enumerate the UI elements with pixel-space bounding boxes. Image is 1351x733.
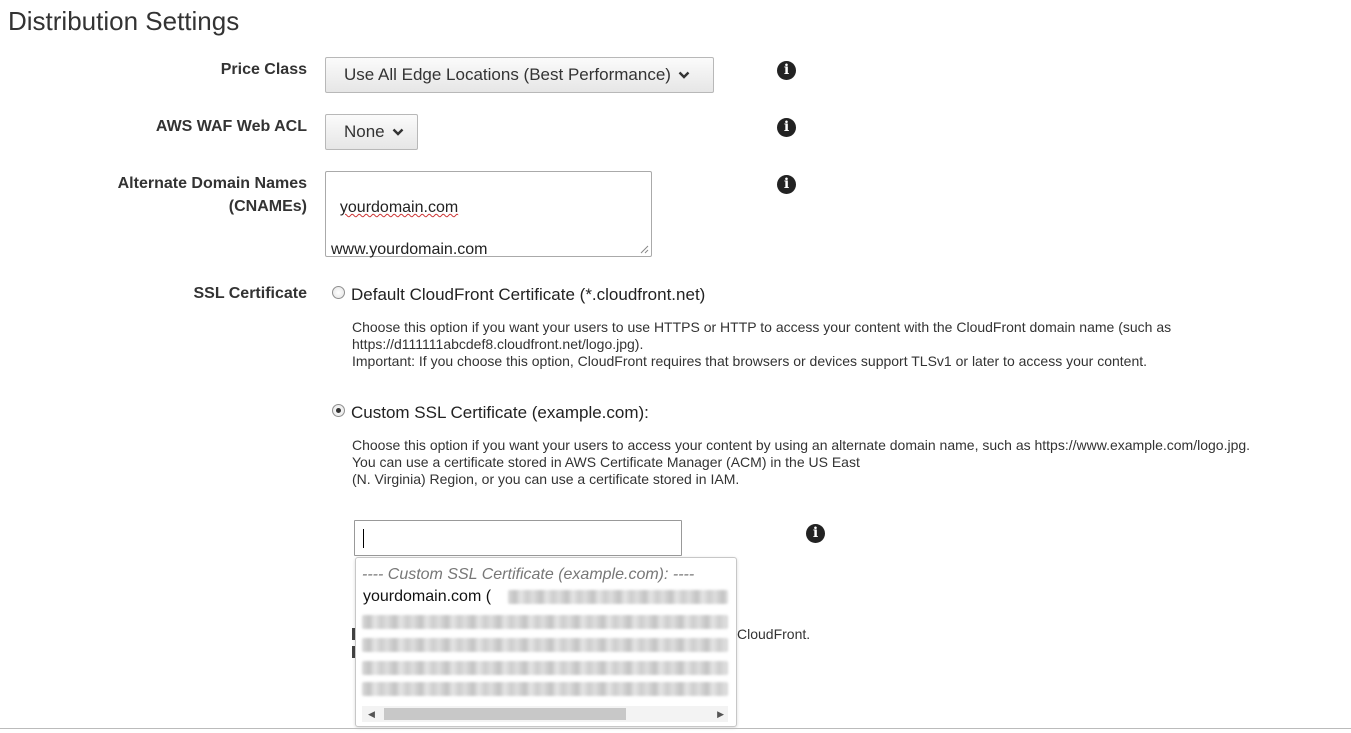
- waf-value: None: [344, 122, 385, 141]
- price-class-info-icon[interactable]: i: [777, 61, 796, 80]
- page-title: Distribution Settings: [8, 6, 240, 36]
- redacted-text: [508, 590, 728, 604]
- custom-cert-help-line2: You can use a certificate stored in AWS …: [352, 454, 860, 470]
- default-cert-radio[interactable]: [332, 286, 345, 299]
- cnames-info-icon[interactable]: i: [777, 175, 796, 194]
- price-class-label: Price Class: [220, 61, 307, 78]
- default-cert-help-line1: Choose this option if you want your user…: [352, 319, 1172, 335]
- custom-cert-radio[interactable]: [332, 404, 345, 417]
- scrollbar-thumb[interactable]: [384, 708, 626, 720]
- ssl-label: SSL Certificate: [193, 285, 307, 302]
- redacted-text: [362, 682, 728, 696]
- certificate-info-icon[interactable]: i: [806, 524, 825, 543]
- dropdown-option-yourdomain[interactable]: yourdomain.com (: [363, 588, 491, 606]
- cnames-label-line2: (CNAMEs): [228, 198, 307, 215]
- custom-cert-help-line3: (N. Virginia) Region, or you can use a c…: [352, 471, 740, 487]
- waf-info-icon[interactable]: i: [777, 118, 796, 137]
- waf-label: AWS WAF Web ACL: [155, 118, 307, 135]
- default-cert-help: Choose this option if you want your user…: [352, 319, 1171, 370]
- dropdown-horizontal-scrollbar[interactable]: ◀ ▶: [362, 706, 728, 722]
- default-cert-label[interactable]: Default CloudFront Certificate (*.cloudf…: [351, 285, 705, 305]
- cnames-textarea[interactable]: yourdomain.com www.yourdomain.com: [325, 171, 652, 258]
- redacted-text: [362, 638, 728, 652]
- bottom-divider: [0, 728, 1351, 729]
- scroll-left-icon[interactable]: ◀: [368, 709, 375, 720]
- obscured-help-text: CloudFront.: [737, 626, 811, 642]
- cname-line-1: yourdomain.com: [339, 199, 459, 216]
- default-cert-help-line2: https://d111111abcdef8.cloudfront.net/lo…: [352, 336, 644, 352]
- certificate-dropdown-list[interactable]: ---- Custom SSL Certificate (example.com…: [355, 557, 737, 727]
- text-caret: [363, 529, 364, 548]
- dropdown-group-label: ---- Custom SSL Certificate (example.com…: [362, 566, 695, 583]
- scroll-right-icon[interactable]: ▶: [717, 709, 724, 720]
- price-class-value: Use All Edge Locations (Best Performance…: [344, 65, 671, 84]
- chevron-down-icon: [678, 71, 690, 79]
- dropdown-option-label: yourdomain.com (: [363, 588, 492, 605]
- cnames-label-line1: Alternate Domain Names: [117, 175, 307, 192]
- default-cert-help-line3: Important: If you choose this option, Cl…: [352, 353, 1148, 369]
- chevron-down-icon: [392, 128, 403, 136]
- waf-select[interactable]: None: [325, 114, 418, 150]
- certificate-input[interactable]: [354, 520, 682, 556]
- redacted-text: [362, 661, 728, 675]
- custom-cert-label[interactable]: Custom SSL Certificate (example.com):: [351, 403, 649, 423]
- custom-cert-help: Choose this option if you want your user…: [352, 437, 1250, 488]
- redacted-text: [362, 615, 728, 629]
- cname-line-2: www.yourdomain.com: [331, 241, 488, 258]
- custom-cert-help-line1: Choose this option if you want your user…: [352, 437, 1251, 453]
- resize-grip-icon[interactable]: [640, 245, 649, 254]
- cnames-label: Alternate Domain Names (CNAMEs): [118, 172, 307, 218]
- price-class-select[interactable]: Use All Edge Locations (Best Performance…: [325, 57, 714, 93]
